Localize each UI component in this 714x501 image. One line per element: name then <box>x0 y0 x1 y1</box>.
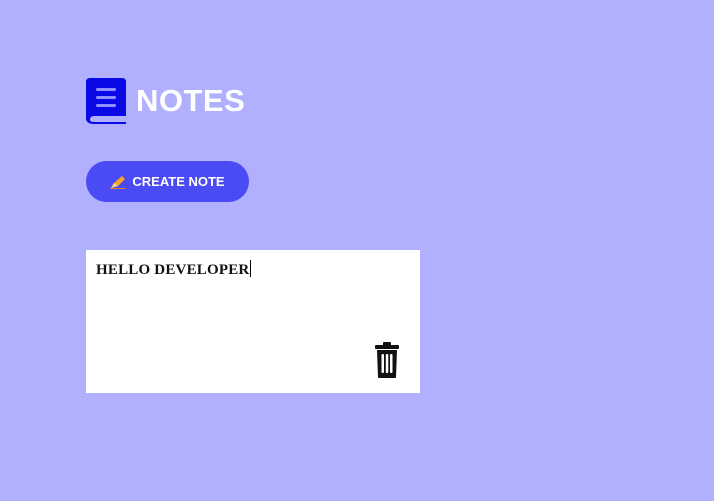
notes-app: NOTES CREATE NOTE HELLO DEVELOPER <box>86 76 486 393</box>
pencil-icon <box>110 175 127 189</box>
app-header: NOTES <box>86 76 486 124</box>
note-text: HELLO DEVELOPER <box>96 262 250 278</box>
note-card: HELLO DEVELOPER <box>86 250 420 393</box>
trash-icon[interactable] <box>374 342 400 378</box>
create-note-label: CREATE NOTE <box>132 174 225 189</box>
text-cursor <box>250 260 252 277</box>
note-textarea[interactable]: HELLO DEVELOPER <box>96 260 252 279</box>
create-note-button[interactable]: CREATE NOTE <box>86 161 249 202</box>
book-icon <box>86 78 126 124</box>
page-title: NOTES <box>136 82 246 118</box>
